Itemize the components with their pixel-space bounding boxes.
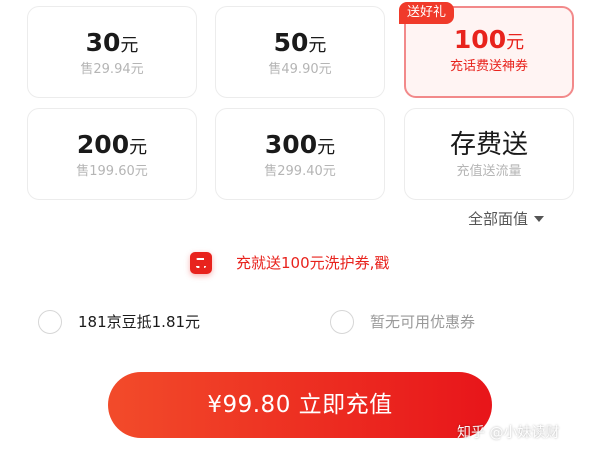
card-amount: 200元 (76, 130, 148, 159)
all-values-dropdown[interactable]: 全部面值 (468, 208, 545, 230)
coupon-option[interactable]: 暂无可用优惠券 (330, 310, 475, 334)
jd-beans-option[interactable]: 181京豆抵1.81元 (38, 310, 200, 334)
radio-circle-icon[interactable] (330, 310, 354, 334)
caret-down-icon (534, 215, 545, 222)
promo-text: 充就送100元洗护券,戳 (236, 254, 390, 272)
coupon-label: 暂无可用优惠券 (370, 313, 476, 331)
recharge-option-deposit-bonus[interactable]: 存费送 充值送流量 (404, 108, 574, 200)
all-values-label: 全部面值 (468, 210, 529, 228)
recharge-option-30[interactable]: 30元 售29.94元 (27, 6, 197, 98)
card-amount: 50元 (273, 28, 327, 57)
ticket-icon (190, 252, 212, 274)
recharge-option-300[interactable]: 300元 售299.40元 (215, 108, 385, 200)
promo-banner[interactable]: 充就送100元洗护券,戳 (190, 248, 389, 278)
card-title: 存费送 (449, 130, 528, 160)
card-price: 售49.90元 (268, 62, 332, 77)
recharge-now-button[interactable]: ¥99.80 立即充值 (108, 372, 492, 438)
recharge-option-50[interactable]: 50元 售49.90元 (215, 6, 385, 98)
gift-badge: 送好礼 (399, 2, 455, 24)
card-price: 售199.60元 (76, 164, 148, 179)
card-price: 售299.40元 (264, 164, 336, 179)
card-amount: 30元 (85, 28, 139, 57)
card-amount: 300元 (264, 130, 336, 159)
watermark-text: 知乎 @小妹读财 (457, 425, 560, 441)
radio-circle-icon[interactable] (38, 310, 62, 334)
recharge-option-200[interactable]: 200元 售199.60元 (27, 108, 197, 200)
card-promo-text: 充话费送神券 (449, 59, 528, 74)
card-amount: 100元 (453, 25, 525, 54)
card-desc: 充值送流量 (456, 164, 522, 179)
jd-beans-label: 181京豆抵1.81元 (78, 313, 201, 331)
card-price: 售29.94元 (80, 62, 144, 77)
